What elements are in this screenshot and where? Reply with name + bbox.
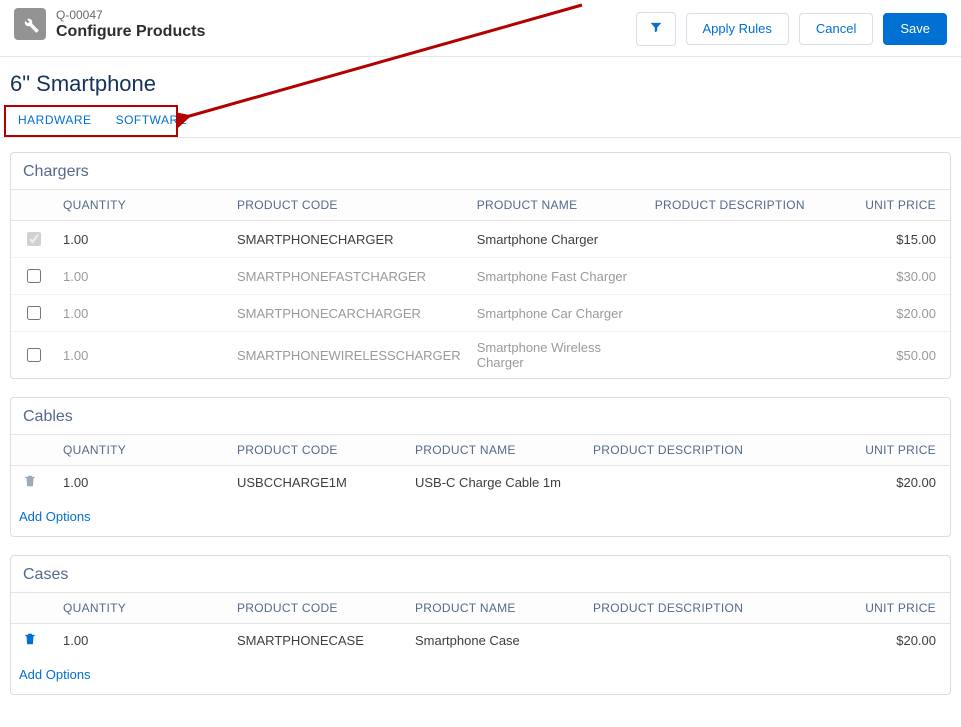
column-header: PRODUCT CODE [229,593,407,624]
name-cell: Smartphone Car Charger [469,295,647,332]
price-cell: $20.00 [830,466,950,500]
trash-icon[interactable] [23,476,37,491]
column-header [11,593,55,624]
section-panel: CablesQUANTITYPRODUCT CODEPRODUCT NAMEPR… [10,397,951,537]
select-option-checkbox [27,232,41,246]
add-options-link[interactable]: Add Options [11,657,950,694]
tab-software[interactable]: SOFTWARE [104,103,200,137]
column-header: PRODUCT DESCRIPTION [585,435,830,466]
code-cell: SMARTPHONEWIRELESSCHARGER [229,332,469,379]
quantity-cell: 1.00 [55,295,229,332]
tabs: HARDWARE SOFTWARE [6,103,955,137]
option-table: QUANTITYPRODUCT CODEPRODUCT NAMEPRODUCT … [11,434,950,499]
column-header: PRODUCT DESCRIPTION [585,593,830,624]
select-option-checkbox[interactable] [27,306,41,320]
product-title: 6" Smartphone [0,57,961,103]
name-cell: Smartphone Case [407,624,585,658]
tabs-container: HARDWARE SOFTWARE [0,103,961,138]
column-header: PRODUCT NAME [469,190,647,221]
desc-cell [647,221,830,258]
column-header: UNIT PRICE [830,593,950,624]
save-button[interactable]: Save [883,13,947,45]
column-header: PRODUCT DESCRIPTION [647,190,830,221]
section-title: Chargers [11,153,950,189]
table-row: 1.00USBCCHARGE1MUSB-C Charge Cable 1m $20… [11,466,950,500]
code-cell: SMARTPHONECARCHARGER [229,295,469,332]
apply-rules-button[interactable]: Apply Rules [686,13,789,45]
trash-icon[interactable] [23,634,37,649]
section-panel: CasesQUANTITYPRODUCT CODEPRODUCT NAMEPRO… [10,555,951,695]
code-cell: SMARTPHONECASE [229,624,407,658]
section-title: Cables [11,398,950,434]
table-row: 1.00SMARTPHONEFASTCHARGERSmartphone Fast… [11,258,950,295]
quantity-cell: 1.00 [55,332,229,379]
column-header: QUANTITY [55,190,229,221]
column-header: PRODUCT NAME [407,435,585,466]
price-cell: $15.00 [830,221,950,258]
quantity-cell: 1.00 [55,624,229,658]
content: ChargersQUANTITYPRODUCT CODEPRODUCT NAME… [0,138,961,727]
header-titles: Q-00047 Configure Products [56,8,205,42]
option-table: QUANTITYPRODUCT CODEPRODUCT NAMEPRODUCT … [11,189,950,378]
code-cell: USBCCHARGE1M [229,466,407,500]
name-cell: Smartphone Charger [469,221,647,258]
add-options-link[interactable]: Add Options [11,499,950,536]
code-cell: SMARTPHONEFASTCHARGER [229,258,469,295]
page-header: Q-00047 Configure Products Apply Rules C… [0,0,961,57]
desc-cell [647,332,830,379]
desc-cell [647,258,830,295]
column-header [11,190,55,221]
desc-cell [585,624,830,658]
wrench-icon [14,8,46,40]
desc-cell [647,295,830,332]
column-header: QUANTITY [55,435,229,466]
table-row: 1.00SMARTPHONEWIRELESSCHARGERSmartphone … [11,332,950,379]
record-id: Q-00047 [56,8,205,22]
name-cell: Smartphone Wireless Charger [469,332,647,379]
table-row: 1.00SMARTPHONECARCHARGERSmartphone Car C… [11,295,950,332]
option-table: QUANTITYPRODUCT CODEPRODUCT NAMEPRODUCT … [11,592,950,657]
column-header: PRODUCT CODE [229,435,407,466]
page-title: Configure Products [56,22,205,42]
quantity-cell: 1.00 [55,258,229,295]
column-header: UNIT PRICE [830,190,950,221]
column-header: UNIT PRICE [830,435,950,466]
header-actions: Apply Rules Cancel Save [636,8,947,46]
price-cell: $20.00 [830,295,950,332]
select-option-checkbox[interactable] [27,269,41,283]
column-header: QUANTITY [55,593,229,624]
table-row: 1.00SMARTPHONECHARGERSmartphone Charger $… [11,221,950,258]
name-cell: USB-C Charge Cable 1m [407,466,585,500]
column-header [11,435,55,466]
column-header: PRODUCT CODE [229,190,469,221]
quantity-cell: 1.00 [55,221,229,258]
column-header: PRODUCT NAME [407,593,585,624]
cancel-button[interactable]: Cancel [799,13,873,45]
table-row: 1.00SMARTPHONECASESmartphone Case $20.00 [11,624,950,658]
price-cell: $30.00 [830,258,950,295]
tab-hardware[interactable]: HARDWARE [6,103,104,137]
funnel-icon [649,20,663,34]
name-cell: Smartphone Fast Charger [469,258,647,295]
desc-cell [585,466,830,500]
price-cell: $20.00 [830,624,950,658]
section-panel: ChargersQUANTITYPRODUCT CODEPRODUCT NAME… [10,152,951,379]
filter-button[interactable] [636,12,676,46]
header-left: Q-00047 Configure Products [14,8,205,42]
quantity-cell: 1.00 [55,466,229,500]
select-option-checkbox[interactable] [27,348,41,362]
price-cell: $50.00 [830,332,950,379]
code-cell: SMARTPHONECHARGER [229,221,469,258]
section-title: Cases [11,556,950,592]
